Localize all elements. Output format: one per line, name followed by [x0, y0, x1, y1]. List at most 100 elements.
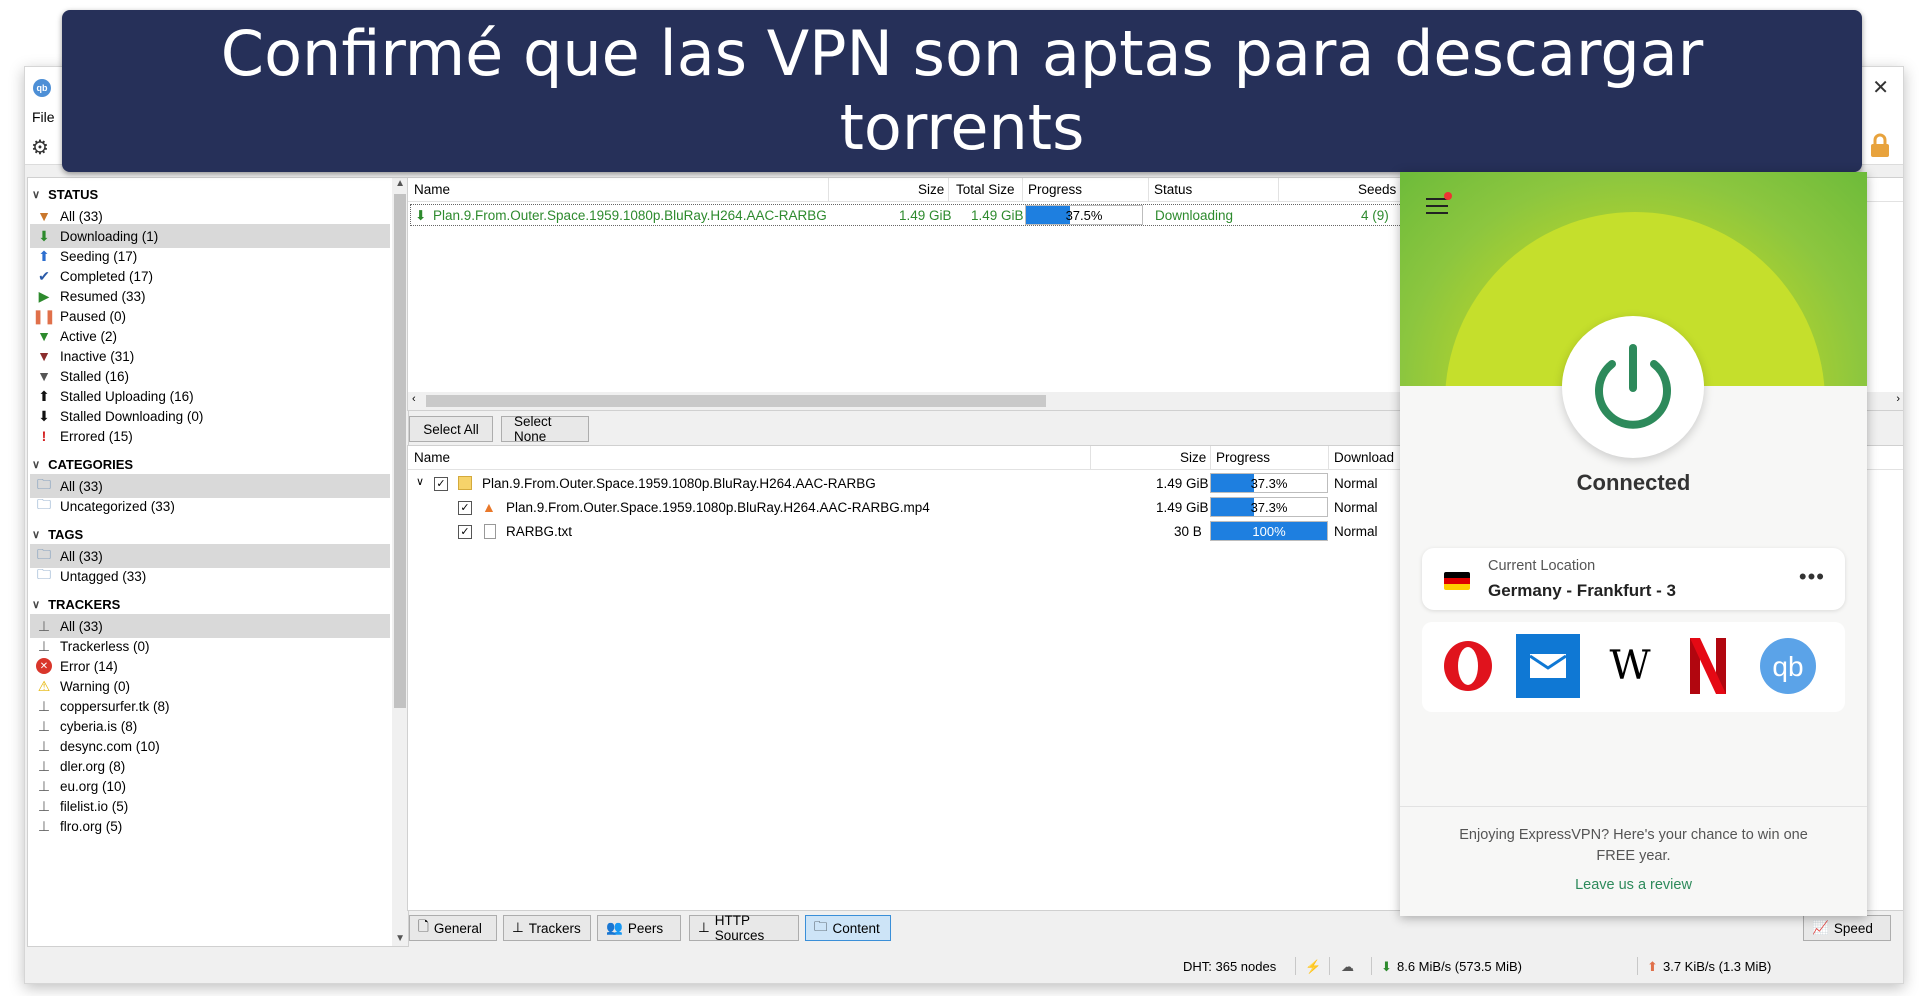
content-col-size[interactable]: Size	[1180, 450, 1206, 465]
tracker-icon: ⊥	[37, 757, 51, 774]
folder-icon: 🗀	[814, 918, 828, 934]
svg-text:qb: qb	[1772, 651, 1803, 682]
col-progress[interactable]: Progress	[1028, 182, 1082, 197]
content-col-name[interactable]: Name	[414, 450, 450, 465]
hscroll-thumb[interactable]	[426, 395, 1046, 407]
content-row-mp4[interactable]: ✓ ▲ Plan.9.From.Outer.Space.1959.1080p.B…	[408, 497, 1408, 521]
tab-peers[interactable]: 👥 Peers	[597, 915, 681, 941]
mail-icon[interactable]	[1516, 634, 1580, 698]
tag-untagged[interactable]: 🗀 Untagged (33)	[30, 564, 390, 588]
tracker-flro[interactable]: ⊥ flro.org (5)	[30, 814, 390, 838]
checkbox[interactable]: ✓	[458, 501, 472, 515]
file-progress-bar: 100%	[1210, 521, 1328, 541]
content-col-progress[interactable]: Progress	[1216, 450, 1270, 465]
close-icon[interactable]: ✕	[1872, 75, 1889, 100]
article-banner: Confirmé que las VPN son aptas para desc…	[62, 10, 1862, 172]
col-total-size[interactable]: Total Size	[956, 182, 1015, 197]
torrent-row[interactable]: ⬇ Plan.9.From.Outer.Space.1959.1080p.Blu…	[410, 204, 1410, 226]
filter-icon: ▼	[37, 208, 51, 224]
menu-file[interactable]: File	[32, 109, 55, 125]
sidebar-scrollbar[interactable]: ▲ ▼	[392, 178, 408, 946]
exclamation-icon: !	[41, 428, 47, 444]
tags-section-header[interactable]: ∨ TAGS	[32, 524, 83, 544]
germany-flag-icon	[1444, 572, 1470, 590]
checkbox[interactable]: ✓	[434, 477, 448, 491]
checkbox[interactable]: ✓	[458, 525, 472, 539]
tracker-icon: ⊥	[37, 797, 51, 814]
folder-icon: 🗀	[37, 566, 51, 582]
select-none-button[interactable]: Select None	[501, 414, 589, 444]
promo-area: Enjoying ExpressVPN? Here's your chance …	[1400, 806, 1867, 916]
torrent-name: Plan.9.From.Outer.Space.1959.1080p.BluRa…	[433, 208, 827, 223]
chevron-down-icon: ∨	[32, 458, 41, 471]
tracker-icon: ⊥	[37, 777, 51, 794]
shortcuts-bar: W qb	[1422, 622, 1845, 712]
wikipedia-icon[interactable]: W	[1598, 634, 1662, 698]
col-name[interactable]: Name	[414, 182, 450, 197]
scroll-up-icon[interactable]: ▲	[395, 178, 405, 189]
power-button[interactable]	[1562, 316, 1704, 458]
tab-general[interactable]: 🗋 General	[409, 915, 497, 941]
location-card[interactable]: Current Location Germany - Frankfurt - 3…	[1422, 548, 1845, 610]
status-bar: DHT: 365 nodes ⚡ ☁ ⬇ 8.6 MiB/s (573.5 Mi…	[25, 951, 1903, 981]
select-all-button[interactable]: Select All	[409, 416, 493, 442]
opera-icon[interactable]	[1436, 634, 1500, 698]
folder-icon: 🗀	[37, 496, 51, 512]
col-size[interactable]: Size	[918, 182, 944, 197]
hamburger-menu-icon[interactable]	[1426, 198, 1448, 214]
col-seeds[interactable]: Seeds	[1358, 182, 1396, 197]
content-row-txt[interactable]: ✓ RARBG.txt 30 B 100% Normal	[408, 521, 1408, 545]
tab-http-sources[interactable]: ⊥ HTTP Sources	[689, 913, 799, 943]
content-row-folder[interactable]: ∨ ✓ Plan.9.From.Outer.Space.1959.1080p.B…	[408, 473, 1408, 497]
torrent-seeds: 4 (9)	[1361, 208, 1389, 223]
content-col-priority[interactable]: Download	[1334, 450, 1394, 465]
torrent-status: Downloading	[1155, 208, 1234, 223]
scroll-down-icon[interactable]: ▼	[395, 933, 405, 944]
chevron-right-icon[interactable]: ›	[1896, 393, 1900, 405]
promo-text: Enjoying ExpressVPN? Here's your chance …	[1459, 827, 1808, 864]
dht-status: DHT: 365 nodes	[1183, 959, 1277, 974]
download-arrow-icon: ⬇	[1381, 959, 1392, 974]
col-status[interactable]: Status	[1154, 182, 1192, 197]
folder-icon: 🗀	[37, 546, 51, 562]
download-arrow-icon: ⬇	[38, 227, 50, 244]
notification-dot-icon	[1444, 192, 1452, 200]
banner-title: Confirmé que las VPN son aptas para desc…	[220, 17, 1704, 164]
netflix-icon[interactable]	[1676, 634, 1740, 698]
filter-sidebar: ▲ ▼ ∨ STATUS ▼ All (33) ⬇ Downloading (1) ⬆…	[27, 177, 409, 947]
alt-speed-icon[interactable]: ☁	[1341, 959, 1354, 975]
checkmark-icon: ✔	[38, 267, 50, 284]
connection-status-icon[interactable]: ⚡	[1305, 959, 1321, 975]
chevron-down-icon: ∨	[32, 598, 41, 611]
lock-icon[interactable]	[1867, 133, 1893, 159]
torrent-progress-bar: 37.5%	[1025, 205, 1143, 225]
status-section-header[interactable]: ∨ STATUS	[32, 184, 98, 204]
add-torrent-link-icon[interactable]: ⚙	[31, 135, 49, 160]
sidebar-scroll-thumb[interactable]	[394, 194, 406, 708]
category-uncategorized[interactable]: 🗀 Uncategorized (33)	[30, 494, 390, 518]
chevron-down-icon: ∨	[32, 528, 41, 541]
qbittorrent-icon[interactable]: qb	[1756, 634, 1820, 698]
play-icon: ▶	[38, 287, 50, 304]
peers-icon: 👥	[606, 920, 623, 935]
upload-speed[interactable]: 3.7 KiB/s (1.3 MiB)	[1663, 959, 1771, 974]
tab-content[interactable]: 🗀 Content	[805, 915, 891, 941]
upload-arrow-icon: ⬆	[38, 247, 50, 264]
more-options-icon[interactable]: •••	[1799, 564, 1825, 590]
file-progress-bar: 37.3%	[1210, 497, 1328, 517]
torrent-size: 1.49 GiB	[899, 208, 952, 223]
review-link[interactable]: Leave us a review	[1400, 877, 1867, 893]
chevron-down-icon[interactable]: ∨	[416, 475, 424, 488]
expressvpn-window: Connected Current Location Germany - Fra…	[1400, 172, 1867, 916]
download-speed[interactable]: 8.6 MiB/s (573.5 MiB)	[1397, 959, 1522, 974]
status-errored[interactable]: ! Errored (15)	[30, 424, 390, 448]
speed-button[interactable]: 📈 Speed	[1803, 915, 1891, 941]
document-icon: 🗋	[418, 918, 429, 934]
categories-section-header[interactable]: ∨ CATEGORIES	[32, 454, 133, 474]
folder-icon: 🗀	[37, 476, 51, 492]
tab-trackers[interactable]: ⊥ Trackers	[503, 915, 591, 941]
error-icon: ✕	[36, 658, 52, 674]
chevron-left-icon[interactable]: ‹	[412, 393, 416, 405]
location-name: Germany - Frankfurt - 3	[1488, 581, 1676, 600]
trackers-section-header[interactable]: ∨ TRACKERS	[32, 594, 120, 614]
